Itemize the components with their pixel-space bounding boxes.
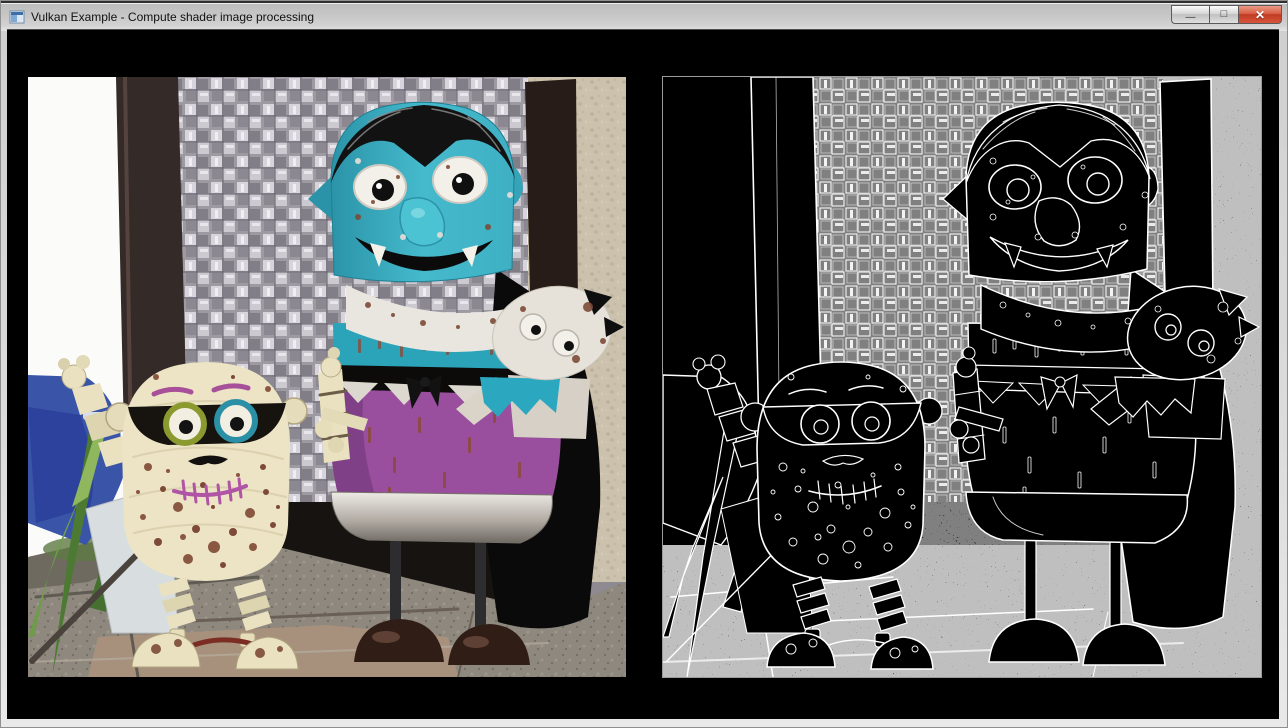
close-button[interactable]: ✕ [1238,5,1282,24]
maximize-icon: □ [1221,9,1228,20]
client-area [7,29,1279,719]
minimize-icon: — [1186,13,1196,23]
original-photo-svg [28,77,626,677]
app-icon [9,9,25,25]
titlebar[interactable]: Vulkan Example - Compute shader image pr… [1,1,1287,31]
edge-detected-svg [663,77,1261,677]
minimize-button[interactable]: — [1171,5,1209,24]
maximize-button[interactable]: □ [1209,5,1238,24]
edge-detected-image-panel [662,76,1262,678]
window-controls: — □ ✕ [1171,5,1282,24]
window-title: Vulkan Example - Compute shader image pr… [31,10,314,24]
app-window: Vulkan Example - Compute shader image pr… [0,0,1288,728]
close-icon: ✕ [1255,9,1265,21]
original-image-panel [28,77,626,677]
